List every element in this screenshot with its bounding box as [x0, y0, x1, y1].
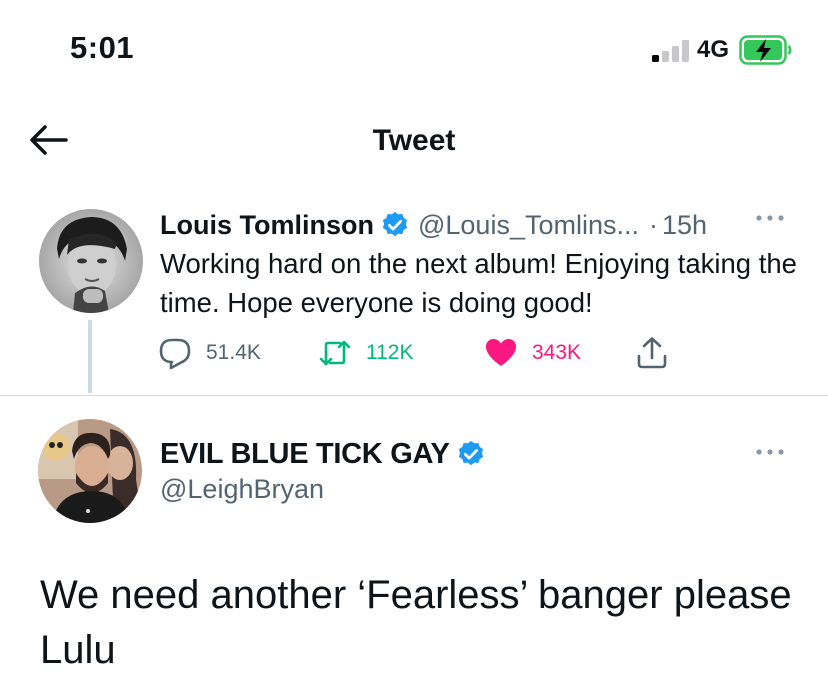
more-dots-icon[interactable] [754, 212, 786, 224]
share-icon [637, 337, 667, 369]
reply-text: We need another ‘Fearless’ banger please… [40, 573, 792, 672]
thread-line [88, 320, 92, 393]
tweet-text: Working hard on the next album! Enjoying… [160, 248, 797, 318]
divider [0, 395, 828, 396]
heart-icon [486, 339, 516, 366]
share-button[interactable] [635, 333, 669, 373]
battery-charging-icon [739, 35, 792, 65]
reply-bubble-icon [159, 338, 191, 370]
like-count: 343K [532, 341, 582, 364]
verified-badge-icon [458, 440, 483, 466]
tweet-1-header: Louis Tomlinson @Louis_Tomlins... · 15h [160, 207, 707, 243]
tweet-time[interactable]: 15h [662, 210, 707, 241]
like-button[interactable]: 343K [484, 333, 581, 373]
reply-button[interactable]: 51.4K [158, 333, 261, 373]
signal-strength-icon [652, 40, 689, 62]
author-handle[interactable]: @LeighBryan [160, 474, 324, 505]
author-handle[interactable]: @Louis_Tomlins... [418, 210, 639, 241]
retweet-icon [319, 340, 351, 366]
author-name[interactable]: Louis Tomlinson [160, 210, 374, 241]
dot-separator: · [648, 209, 658, 240]
reply-count: 51.4K [206, 341, 261, 364]
more-dots-icon[interactable] [754, 446, 786, 458]
avatar-louis[interactable] [39, 209, 143, 313]
status-time: 5:01 [70, 30, 135, 65]
retweet-count: 112K [366, 341, 414, 364]
network-label: 4G [697, 36, 730, 63]
retweet-button[interactable]: 112K [318, 333, 414, 373]
verified-badge-icon [382, 211, 408, 237]
author-name[interactable]: EVIL BLUE TICK GAY [160, 438, 450, 471]
tweet-2-header: EVIL BLUE TICK GAY [160, 436, 486, 472]
avatar-leigh[interactable] [38, 419, 142, 523]
page-title: Tweet [372, 124, 456, 157]
